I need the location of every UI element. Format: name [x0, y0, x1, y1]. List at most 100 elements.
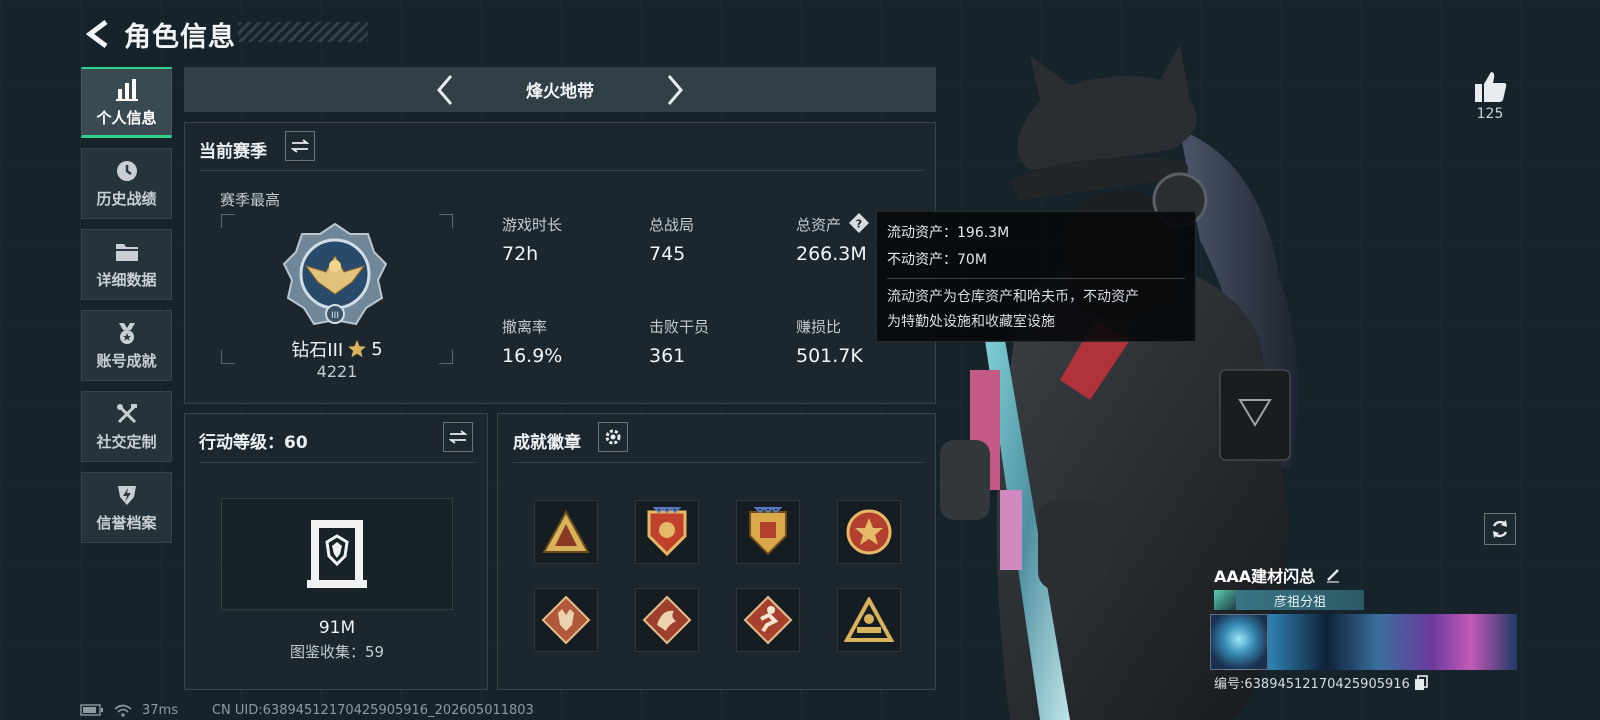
- back-arrow-icon: [85, 20, 108, 48]
- stat-kills: 击败干员 361: [649, 316, 779, 367]
- tools-icon: [113, 401, 141, 427]
- title-decoration: [238, 22, 368, 42]
- collection-value: 91M: [318, 618, 356, 638]
- next-mode-button[interactable]: [660, 70, 690, 110]
- folder-icon: [113, 239, 141, 265]
- uid-text: CN UID:6389451217042590591​6_20260501180…: [211, 702, 534, 718]
- shield-icon: [113, 482, 141, 508]
- status-bar: 37ms CN UID:6389451217042590591​6_202605…: [80, 700, 534, 720]
- bar-chart-icon: [113, 77, 141, 103]
- badge-5[interactable]: [534, 588, 598, 652]
- nav-label: 社交定制: [96, 433, 157, 451]
- stat-value: 361: [649, 345, 686, 367]
- svg-text:?: ?: [856, 218, 862, 231]
- nav-item-social-custom[interactable]: 社交定制: [81, 391, 172, 462]
- season-best-label: 赛季最高: [220, 191, 281, 209]
- stat-label: 击败干员: [649, 318, 710, 336]
- chevron-left-icon: [437, 74, 453, 105]
- tooltip-liquid-assets: 流动资产：196.3M: [887, 225, 1010, 241]
- edit-icon[interactable]: [1325, 567, 1341, 583]
- stat-value: 16.9%: [502, 345, 563, 367]
- wifi-icon: [114, 704, 132, 717]
- nav-label: 账号成就: [96, 352, 157, 370]
- thumbs-up-icon: [1475, 72, 1507, 102]
- season-switch-button[interactable]: [285, 131, 315, 161]
- rotate-model-button[interactable]: [1484, 513, 1516, 545]
- action-level-title: 行动等级：60: [199, 433, 308, 453]
- swap-icon: [291, 139, 309, 153]
- chevron-right-icon: [667, 74, 683, 105]
- medal-icon: [113, 320, 141, 346]
- stat-label: 撤离率: [502, 318, 548, 336]
- assets-tooltip: 流动资产：196.3M 不动资产：70M 流动资产为仓库资产和哈夫币，不动资产 …: [876, 211, 1196, 342]
- wolf-badge-icon: [541, 595, 591, 645]
- squad-avatar: [1214, 590, 1236, 610]
- tooltip-divider: [887, 278, 1185, 279]
- clock-icon: [113, 158, 141, 184]
- rank-name: 钻石III: [291, 340, 344, 361]
- rank-score: 4221: [316, 362, 358, 381]
- shield-badge-icon: [647, 506, 687, 557]
- badges-title: 成就徽章: [513, 433, 581, 453]
- refresh-icon: [1492, 520, 1508, 538]
- season-title: 当前赛季: [199, 142, 267, 162]
- stat-value: 72h: [502, 243, 539, 265]
- stat-total-matches: 总战局 745: [649, 214, 779, 265]
- action-level-switch-button[interactable]: [443, 422, 473, 452]
- stat-label: 总战局: [649, 216, 695, 234]
- nav-item-personal-info[interactable]: 个人信息: [81, 67, 172, 138]
- squad-name: 彦祖分祖: [1273, 594, 1326, 610]
- badge-2[interactable]: [635, 500, 699, 564]
- star-icon: [348, 340, 367, 358]
- like-count: 125: [1476, 106, 1504, 122]
- badge-7[interactable]: [736, 588, 800, 652]
- divider: [199, 462, 475, 463]
- like-button[interactable]: [1470, 66, 1512, 108]
- copy-icon[interactable]: [1414, 674, 1428, 691]
- player-name: AAA建材闪总: [1214, 567, 1316, 586]
- back-button[interactable]: [80, 16, 116, 52]
- shield-badge-icon: [749, 506, 787, 556]
- player-id: 编号:6389451217042590591​6: [1214, 677, 1410, 692]
- nav-label: 历史战绩: [96, 190, 157, 208]
- badges-settings-button[interactable]: [598, 422, 628, 452]
- tooltip-fixed-assets: 不动资产：70M: [887, 252, 987, 268]
- rank-name-row: 钻石III 5: [221, 336, 453, 362]
- page-title: 角色信息: [124, 21, 236, 53]
- collection-count: 图鉴收集：59: [289, 643, 385, 661]
- badge-8[interactable]: [837, 588, 901, 652]
- swap-icon: [449, 430, 467, 444]
- nav-label: 信誉档案: [96, 514, 157, 532]
- badge-3[interactable]: [736, 500, 800, 564]
- prev-mode-button[interactable]: [430, 70, 460, 110]
- mode-title: 烽火地带: [526, 82, 594, 102]
- divider: [199, 170, 923, 171]
- badge-6[interactable]: [635, 588, 699, 652]
- svg-text:III: III: [331, 311, 339, 321]
- triangle-badge-icon: [542, 509, 590, 553]
- collection-icon: [305, 516, 369, 592]
- badge-4[interactable]: [837, 500, 901, 564]
- mode-selector: 烽火地带: [184, 67, 936, 112]
- battery-icon: [80, 704, 103, 716]
- stat-label: 游戏时长: [502, 216, 563, 234]
- tooltip-desc-line1: 流动资产为仓库资产和哈夫币，不动资产: [887, 289, 1139, 305]
- dragon-badge-icon: [642, 595, 692, 645]
- badge-1[interactable]: [534, 500, 598, 564]
- stat-value: 745: [649, 243, 686, 265]
- header: 角色信息: [80, 14, 236, 54]
- nav-item-detailed-data[interactable]: 详细数据: [81, 229, 172, 300]
- rank-emblem: III: [282, 222, 388, 330]
- nav-item-reputation[interactable]: 信誉档案: [81, 472, 172, 543]
- nav-item-achievements[interactable]: 账号成就: [81, 310, 172, 381]
- assets-help-button[interactable]: ?: [848, 212, 870, 234]
- runner-badge-icon: [743, 595, 793, 645]
- rank-stars: 5: [371, 338, 383, 360]
- nav-label: 个人信息: [96, 108, 157, 127]
- gear-icon: [605, 429, 621, 445]
- nav-item-history[interactable]: 历史战绩: [81, 148, 172, 219]
- nav-label: 详细数据: [96, 271, 157, 289]
- ping-value: 37ms: [142, 702, 178, 718]
- squad-tag[interactable]: 彦祖分祖: [1214, 590, 1364, 610]
- tooltip-desc-line2: 为特勤处设施和收藏室设施: [887, 314, 1055, 330]
